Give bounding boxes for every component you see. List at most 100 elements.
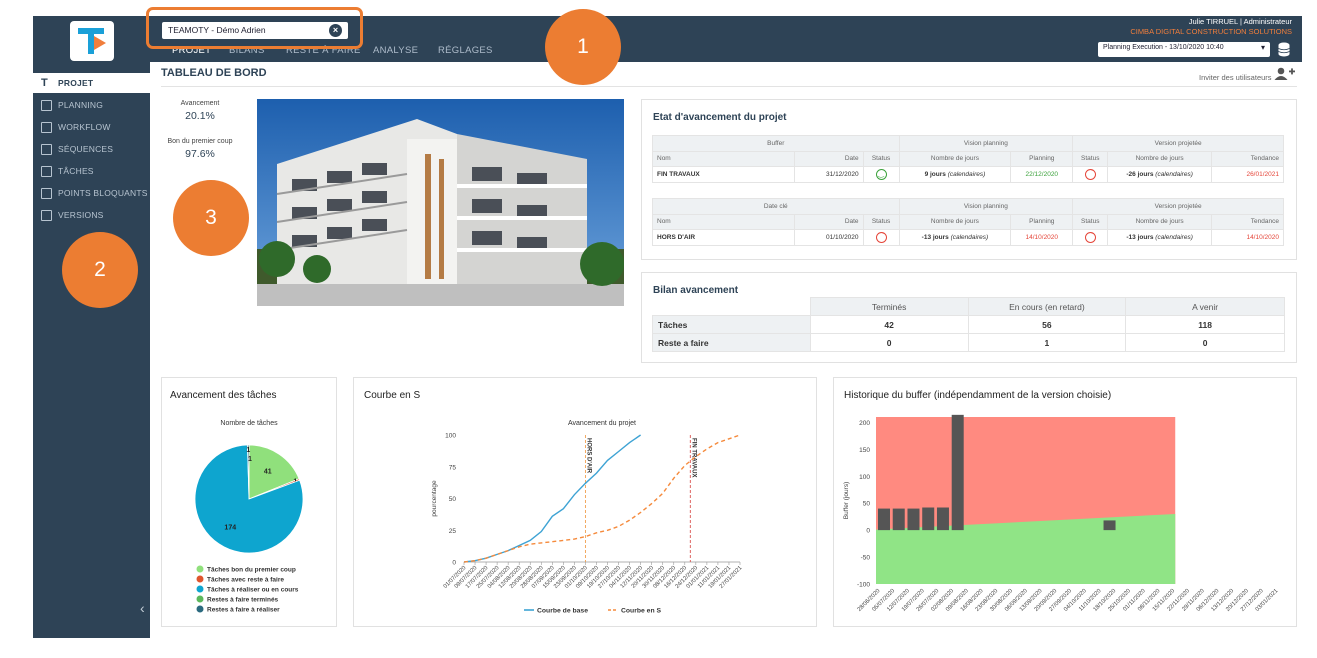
col-tendance: Tendance xyxy=(1211,150,1284,167)
bilan-cell: 0 xyxy=(1125,333,1285,352)
bilan-table: Terminés En cours (en retard) A venir Tâ… xyxy=(652,297,1285,352)
row-nom: HORS D'AIR xyxy=(652,229,795,246)
sad-face-icon: ⁀ xyxy=(875,231,887,243)
y-tick-label: 25 xyxy=(449,528,457,535)
col-planning: Planning xyxy=(1010,213,1074,230)
bilan-cell: 118 xyxy=(1125,315,1285,334)
buffer-bar xyxy=(892,508,905,531)
buffer-table: Buffer Vision planning Version projetée … xyxy=(652,135,1284,183)
bilan-cell: 56 xyxy=(967,315,1127,334)
col-status-2: Status xyxy=(1072,150,1109,167)
teamoty-logo[interactable] xyxy=(70,21,114,61)
tasks-pie-chart: Nombre de tâches41117411Tâches bon du pr… xyxy=(194,420,304,614)
bilan-title: Bilan avancement xyxy=(653,285,739,296)
bilan-cell: 42 xyxy=(809,315,969,334)
sidebar-item-points-bloquants[interactable]: POINTS BLOQUANTS xyxy=(33,183,150,203)
sidebar-item-planning[interactable]: PLANNING xyxy=(33,95,150,115)
y-tick-label: -100 xyxy=(857,582,870,589)
table-row: Tâches 42 56 118 xyxy=(652,315,1285,334)
col-tendance: Tendance xyxy=(1211,213,1284,230)
row-cal: (calendaires) xyxy=(950,233,989,241)
app-root: T PROJET PLANNING WORKFLOW SÉQUENCES TÂCHES PO… xyxy=(0,0,1317,658)
legend-label: Courbe de base xyxy=(537,608,588,615)
bilan-col-termines: Terminés xyxy=(809,297,969,316)
database-icon[interactable] xyxy=(1278,42,1290,57)
sidebar-item-projet[interactable]: T PROJET xyxy=(33,73,150,93)
col-date: Date xyxy=(793,150,864,167)
line-chart-title: Avancement du projet xyxy=(568,420,636,427)
pie-title: Nombre de tâches xyxy=(220,420,278,427)
callout-2: 2 xyxy=(62,232,138,308)
add-user-icon[interactable] xyxy=(1274,67,1296,81)
invite-users-link[interactable]: Inviter des utilisateurs xyxy=(1199,73,1272,82)
table-row: Reste a faire 0 1 0 xyxy=(652,333,1285,352)
legend-label: Restes à faire terminés xyxy=(207,597,279,604)
project-progress-title: Etat d'avancement du projet xyxy=(653,112,787,123)
tab-reglages[interactable]: RÉGLAGES xyxy=(438,45,493,56)
col-jours: Nombre de jours xyxy=(898,150,1012,167)
y-tick-label: 100 xyxy=(859,474,870,481)
row-tendance: 26/01/2021 xyxy=(1211,166,1284,183)
y-tick-label: 75 xyxy=(449,464,457,471)
user-info: Julie TIRRUEL | Administrateur CIMBA DIG… xyxy=(1130,17,1292,37)
vision-header: Vision planning xyxy=(898,135,1074,152)
page-title: TABLEAU DE BORD xyxy=(161,67,267,79)
sidebar-item-t-ches[interactable]: TÂCHES xyxy=(33,161,150,181)
col-jours-2: Nombre de jours xyxy=(1107,213,1213,230)
version-header-2: Version projetée xyxy=(1072,198,1284,215)
row-date: 31/12/2020 xyxy=(793,166,864,183)
project-building-image xyxy=(257,99,624,306)
bilan-row-label: Tâches xyxy=(652,315,811,334)
legend-marker xyxy=(196,565,204,573)
teamoty-icon: T xyxy=(41,76,48,89)
legend-label: Tâches à réaliser ou en cours xyxy=(207,587,299,594)
col-jours-2: Nombre de jours xyxy=(1107,150,1213,167)
tab-analyse[interactable]: ANALYSE xyxy=(373,45,418,56)
y-tick-label: 0 xyxy=(866,528,870,535)
legend-marker xyxy=(196,605,204,613)
row-nom: FIN TRAVAUX xyxy=(652,166,795,183)
planning-version-select[interactable]: Planning Execution - 13/10/2020 10:40 ▾ xyxy=(1098,42,1270,57)
user-name[interactable]: Julie TIRRUEL | Administrateur xyxy=(1130,17,1292,27)
y-tick-label: -50 xyxy=(861,555,871,562)
date-cle-header: Date clé xyxy=(652,198,900,215)
buffer-bar xyxy=(907,508,920,531)
bilan-col-en-cours: En cours (en retard) xyxy=(967,297,1127,316)
y-tick-label: 150 xyxy=(859,447,870,454)
kpi-bpc-label: Bon du premier coup xyxy=(167,138,233,145)
row-planning: 22/12/2020 xyxy=(1010,166,1074,183)
table-row: HORS D'AIR 01/10/2020 ⁀ -13 jours (calen… xyxy=(652,229,1284,246)
sidebar-item-label: POINTS BLOQUANTS xyxy=(58,188,148,198)
kpi-avancement-value: 20.1% xyxy=(185,110,215,122)
sidebar-item-s-quences[interactable]: SÉQUENCES xyxy=(33,139,150,159)
sidebar: T PROJET PLANNING WORKFLOW SÉQUENCES TÂCHES PO… xyxy=(33,16,150,638)
series-line xyxy=(463,434,741,563)
pie-data-label: 174 xyxy=(224,524,236,531)
bilan-cell: 0 xyxy=(809,333,969,352)
tasks-chart-title: Avancement des tâches xyxy=(170,390,277,401)
sidebar-item-label: SÉQUENCES xyxy=(58,144,114,154)
col-planning: Planning xyxy=(1010,150,1074,167)
buffer-bar xyxy=(951,414,964,531)
sidebar-item-workflow[interactable]: WORKFLOW xyxy=(33,117,150,137)
col-nom: Nom xyxy=(652,150,795,167)
row-cal: (calendaires) xyxy=(947,170,986,178)
sidebar-item-versions[interactable]: VERSIONS xyxy=(33,205,150,225)
col-status-2: Status xyxy=(1072,213,1109,230)
legend-label: Restes à faire à réaliser xyxy=(207,607,280,614)
legend-label: Courbe en S xyxy=(621,608,661,615)
s-curve-title: Courbe en S xyxy=(364,390,421,401)
bilan-col-a-venir: A venir xyxy=(1125,297,1285,316)
table-row: FIN TRAVAUX 31/12/2020 ‿ 9 jours (calend… xyxy=(652,166,1284,183)
legend-marker xyxy=(196,575,204,583)
row-tendance: 14/10/2020 xyxy=(1211,229,1284,246)
sidebar-item-label: PLANNING xyxy=(58,100,104,110)
version-header: Version projetée xyxy=(1072,135,1284,152)
row-jours: -13 jours xyxy=(921,233,949,241)
collapse-sidebar-button[interactable]: ‹ xyxy=(140,600,145,616)
y-axis-label: pourcentage xyxy=(431,480,438,517)
blocking-icon xyxy=(41,187,52,199)
col-date: Date xyxy=(793,213,864,230)
pie-data-label: 1 xyxy=(246,447,250,454)
workflow-icon xyxy=(41,121,52,133)
